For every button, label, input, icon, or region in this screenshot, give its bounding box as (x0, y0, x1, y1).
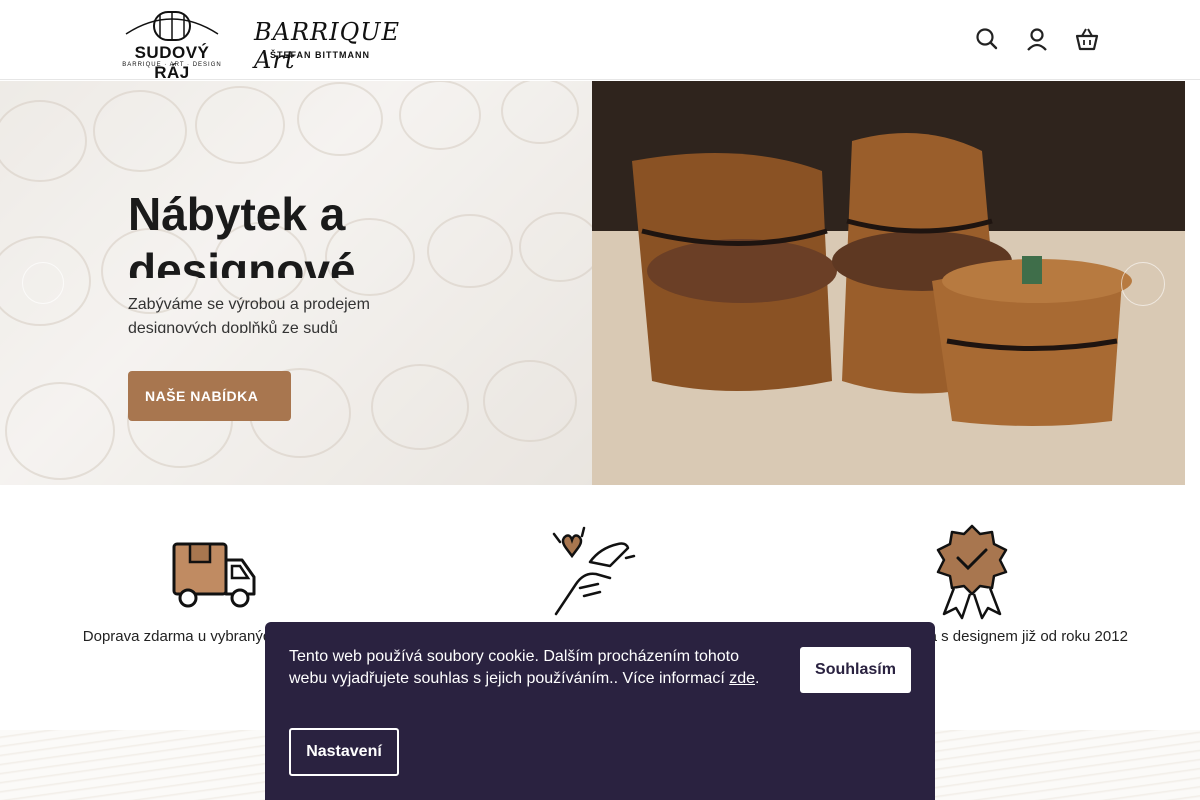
cookie-settings-button[interactable]: Nastavení (289, 728, 399, 776)
slider-next-button[interactable] (1121, 262, 1165, 306)
hero-banner: Nábytek a designové Zabýváme se výrobou … (0, 81, 1185, 485)
sudovy-raj-logo[interactable]: SUDOVÝ RÁJ BARRIQUE · ART · DESIGN (116, 10, 228, 82)
cookie-accept-button[interactable]: Souhlasím (800, 647, 911, 693)
hero-title: Nábytek a designové (128, 188, 356, 278)
search-icon[interactable] (974, 26, 1000, 52)
basket-icon[interactable] (1074, 26, 1100, 52)
handshake-heart-icon (552, 526, 636, 616)
hero-text: Zabýváme se výrobou a prodejem designový… (128, 296, 370, 333)
user-icon[interactable] (1024, 26, 1050, 52)
hero-overlay (0, 81, 592, 485)
slider-prev-button[interactable] (22, 262, 64, 304)
hero-image-furniture (592, 81, 1185, 485)
logo2-subtitle: ŠTEFAN BITTMANN (270, 50, 370, 60)
barrel-logo-icon (125, 11, 219, 41)
delivery-truck-icon (172, 542, 256, 608)
feature-care (400, 522, 780, 628)
cookie-period: . (755, 670, 760, 687)
site-header: SUDOVÝ RÁJ BARRIQUE · ART · DESIGN BARRI… (0, 0, 1200, 82)
our-offer-label: NAŠE NABÍDKA (145, 388, 259, 404)
cookie-banner: Tento web používá soubory cookie. Dalším… (265, 622, 935, 800)
logo2-title: BARRIQUE Art (254, 18, 401, 74)
our-offer-button[interactable]: NAŠE NABÍDKA (128, 371, 291, 421)
cookie-more-info-link[interactable]: zde (729, 670, 755, 687)
barrique-art-logo[interactable]: BARRIQUE Art ŠTEFAN BITTMANN (254, 12, 429, 74)
quality-badge-icon (936, 524, 1008, 620)
cookie-text: Tento web používá soubory cookie. Dalším… (289, 646, 779, 690)
logo-subtitle: BARRIQUE · ART · DESIGN (122, 62, 222, 68)
hero-background-barrels (0, 81, 601, 485)
barrel-furniture-image (592, 81, 1185, 485)
cookie-message: Tento web používá soubory cookie. Dalším… (289, 648, 740, 687)
